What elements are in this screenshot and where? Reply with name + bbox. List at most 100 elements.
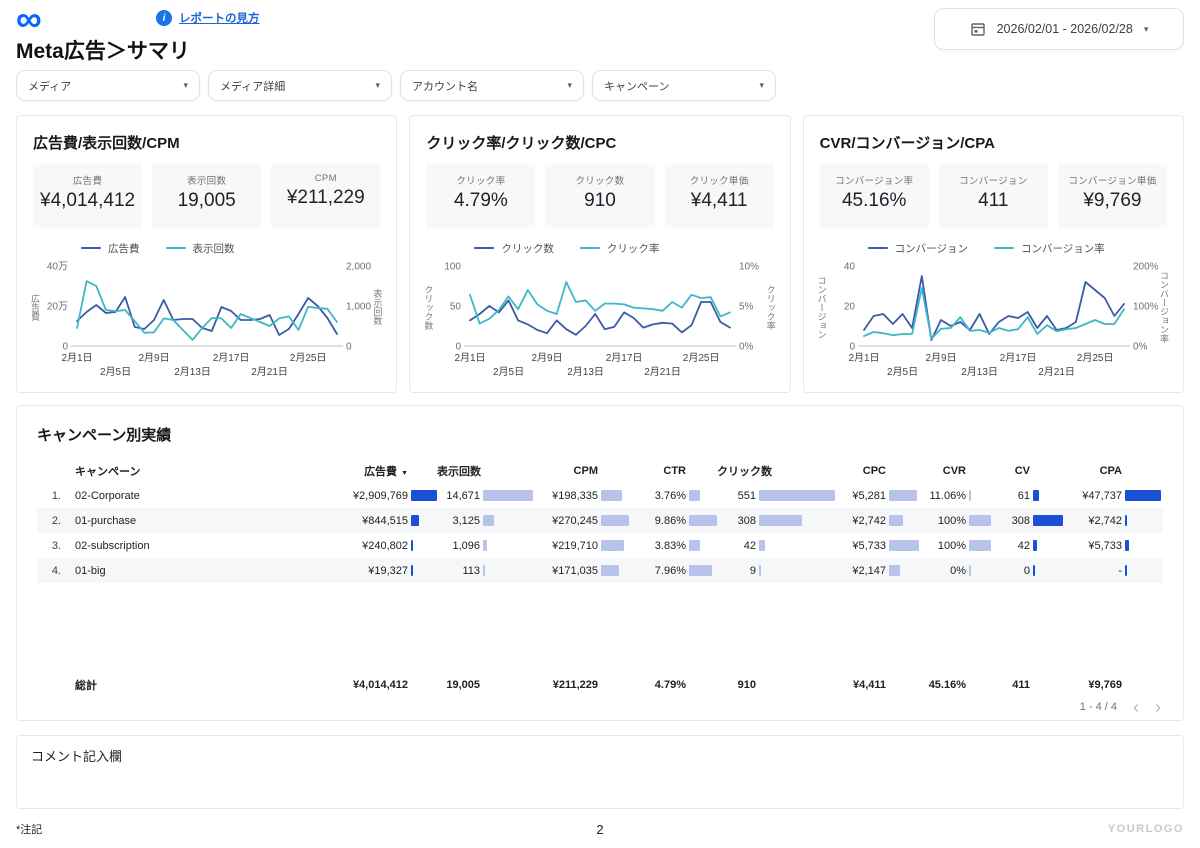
metric-cell: ¥198,335 <box>533 490 629 502</box>
svg-text:2月25日: 2月25日 <box>683 352 720 364</box>
next-page-button[interactable]: › <box>1155 700 1161 714</box>
table-row: 2.01-purchase¥844,5153,125¥270,2459.86%3… <box>37 508 1163 533</box>
campaign-name: 02-Corporate <box>63 490 311 502</box>
column-header[interactable]: CTR <box>629 465 717 477</box>
card-title: CVR/コンバージョン/CPA <box>820 132 1167 153</box>
metric-cell: ¥844,515 <box>311 515 437 527</box>
metric-cell: 3.76% <box>629 490 717 502</box>
column-header[interactable]: CPC <box>835 465 919 477</box>
data-bar <box>1033 565 1035 576</box>
legend-line-swatch <box>166 247 186 250</box>
svg-text:2,000: 2,000 <box>346 262 371 273</box>
scorecard-cpa: コンバージョン単価 ¥9,769 <box>1058 164 1167 228</box>
metric-value: ¥2,147 <box>852 565 886 577</box>
metric-cell: ¥270,245 <box>533 515 629 527</box>
data-bar <box>1033 515 1063 526</box>
column-header[interactable]: CV <box>991 465 1063 477</box>
table-pagination: 1 - 4 / 4 ‹ › <box>37 700 1163 714</box>
column-header[interactable]: CPM <box>533 465 629 477</box>
metric-cell: 9 <box>717 565 835 577</box>
metric-cell: 11.06% <box>919 490 991 502</box>
column-header[interactable]: クリック数 <box>717 463 835 479</box>
column-header[interactable]: 表示回数 <box>437 463 533 479</box>
metric-cell: 14,671 <box>437 490 533 502</box>
filter-account[interactable]: アカウント名 ▾ <box>400 70 584 101</box>
column-header[interactable]: CVR <box>919 465 991 477</box>
total-cell: 4.79% <box>629 679 717 691</box>
table-row: 4.01-big¥19,327113¥171,0357.96%9¥2,1470%… <box>37 558 1163 583</box>
metric-cell: 61 <box>991 490 1063 502</box>
pagination-range: 1 - 4 / 4 <box>1080 701 1117 713</box>
total-cell: 411 <box>991 679 1063 691</box>
data-bar <box>601 565 619 576</box>
metric-cell: 100% <box>919 515 991 527</box>
svg-text:2月9日: 2月9日 <box>138 352 169 364</box>
data-bar <box>1033 490 1039 501</box>
data-bar <box>483 540 487 551</box>
metric-cell: 7.96% <box>629 565 717 577</box>
row-index: 4. <box>37 565 63 577</box>
summary-card-row: 広告費/表示回数/CPM 広告費 ¥4,014,412 表示回数 19,005 … <box>16 115 1184 393</box>
filter-media[interactable]: メディア ▾ <box>16 70 200 101</box>
report-guide-link[interactable]: i レポートの見方 <box>156 10 260 26</box>
metric-value: ¥240,802 <box>362 540 408 552</box>
right-axis-title: 表示回数 <box>371 270 384 344</box>
date-range-value: 2026/02/01 - 2026/02/28 <box>997 22 1133 36</box>
filter-label: メディア詳細 <box>220 78 285 94</box>
calendar-icon <box>970 21 986 37</box>
filter-label: キャンペーン <box>604 78 669 94</box>
comment-box[interactable]: コメント記入欄 <box>16 735 1184 809</box>
data-bar <box>759 540 765 551</box>
filter-campaign[interactable]: キャンペーン ▾ <box>592 70 776 101</box>
svg-text:2月9日: 2月9日 <box>532 352 563 364</box>
metric-value: ¥2,909,769 <box>353 490 408 502</box>
scorecard-clicks: クリック数 910 <box>545 164 654 228</box>
svg-text:2月1日: 2月1日 <box>455 352 486 364</box>
scorecard-spend: 広告費 ¥4,014,412 <box>33 164 142 228</box>
metric-value: 3,125 <box>452 515 480 527</box>
metric-cell: ¥2,742 <box>835 515 919 527</box>
filter-media-detail[interactable]: メディア詳細 ▾ <box>208 70 392 101</box>
legend-line-swatch <box>868 247 888 250</box>
column-header[interactable]: CPA <box>1063 465 1161 477</box>
metric-cell: ¥5,733 <box>835 540 919 552</box>
metric-value: 3.76% <box>655 490 686 502</box>
metric-value: 0 <box>1024 565 1030 577</box>
metric-cell: 1,096 <box>437 540 533 552</box>
date-range-picker[interactable]: 2026/02/01 - 2026/02/28 ▾ <box>934 8 1184 50</box>
legend-line-swatch <box>580 247 600 250</box>
total-cell: ¥9,769 <box>1063 679 1161 691</box>
data-bar <box>483 490 533 501</box>
filter-bar: メディア ▾ メディア詳細 ▾ アカウント名 ▾ キャンペーン ▾ <box>16 70 1184 101</box>
svg-text:40: 40 <box>844 262 856 273</box>
metric-value: ¥171,035 <box>552 565 598 577</box>
row-index: 3. <box>37 540 63 552</box>
total-cell: ¥4,411 <box>835 679 919 691</box>
svg-text:2月25日: 2月25日 <box>1076 352 1113 364</box>
metric-value: 7.96% <box>655 565 686 577</box>
column-header[interactable]: キャンペーン <box>63 463 311 479</box>
metric-value: 0% <box>950 565 966 577</box>
total-cell: 19,005 <box>437 679 533 691</box>
metric-cell: 9.86% <box>629 515 717 527</box>
metric-value: 9 <box>750 565 756 577</box>
metric-value: ¥2,742 <box>852 515 886 527</box>
total-cell: ¥211,229 <box>533 679 629 691</box>
table-total-row: 総計¥4,014,41219,005¥211,2294.79%910¥4,411… <box>37 672 1163 698</box>
column-header[interactable]: 広告費▼ <box>311 463 437 479</box>
data-bar <box>689 565 712 576</box>
data-bar <box>1125 565 1127 576</box>
data-bar <box>411 540 413 551</box>
svg-text:2月25日: 2月25日 <box>290 352 327 364</box>
prev-page-button[interactable]: ‹ <box>1133 700 1139 714</box>
metric-cell: 308 <box>991 515 1063 527</box>
svg-text:2月21日: 2月21日 <box>645 366 682 378</box>
table-title: キャンペーン別実績 <box>37 424 1163 445</box>
data-bar <box>689 490 700 501</box>
guide-link-text[interactable]: レポートの見方 <box>179 10 260 26</box>
page-footer: *注記 2 YOURLOGO <box>16 818 1184 840</box>
data-bar <box>969 540 991 551</box>
scorecard-cpc: クリック単価 ¥4,411 <box>665 164 774 228</box>
metric-value: 9.86% <box>655 515 686 527</box>
chart-legend: 広告費表示回数 <box>81 240 380 256</box>
